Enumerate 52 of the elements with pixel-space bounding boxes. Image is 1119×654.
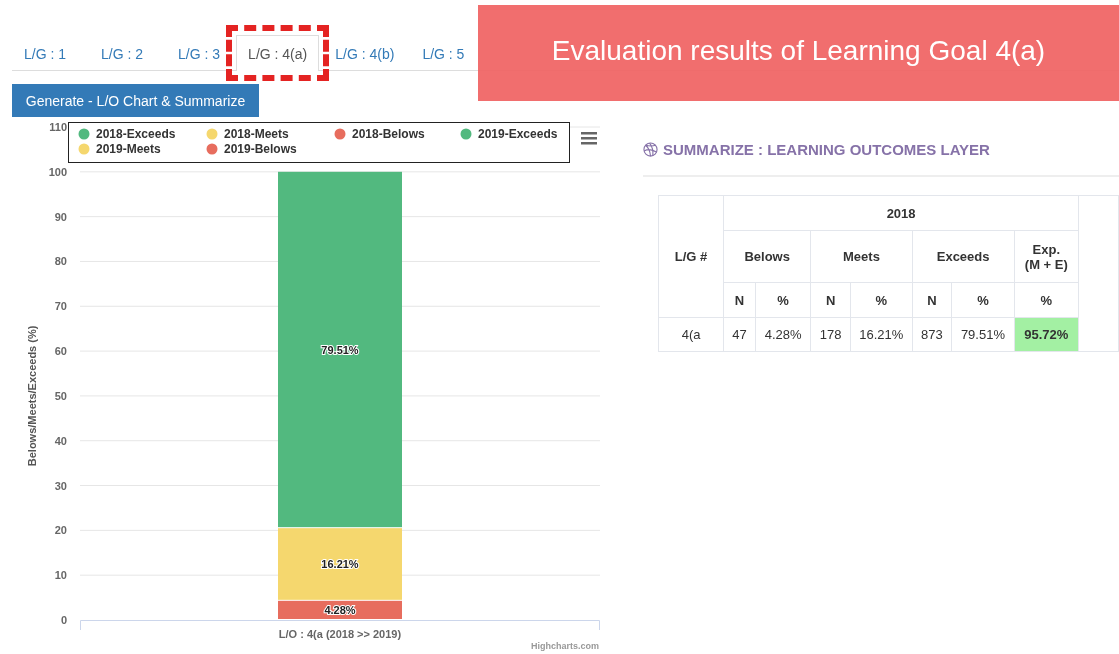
y-axis-label: 90 [54, 210, 67, 223]
y-axis-label: 10 [54, 569, 67, 582]
generate-button[interactable]: Generate - L/O Chart & Summarize [12, 84, 259, 117]
table-cell: 4.28% [755, 317, 811, 352]
y-axis-label: 110 [49, 121, 67, 133]
table-cell: 95.72% [1014, 317, 1079, 352]
tab[interactable]: L/G : 4(b) [323, 35, 407, 71]
y-axis-label: 40 [54, 434, 67, 447]
legend-item[interactable]: 2019-Exceeds [478, 127, 558, 141]
table-cell: 79.51% [951, 317, 1015, 352]
tab[interactable]: L/G : 1 [12, 35, 79, 71]
data-label: 16.21% [321, 558, 359, 571]
y-axis-label: 50 [54, 389, 67, 402]
y-axis-label: 100 [48, 165, 67, 178]
column-header: L/G # [658, 195, 724, 318]
y-axis-label: 70 [54, 300, 67, 313]
legend-item[interactable]: 2019-Meets [96, 142, 161, 156]
column-header: Meets [810, 230, 913, 283]
column-header: N [723, 282, 756, 318]
column-header: % [850, 282, 913, 318]
y-axis-label: 80 [54, 255, 67, 268]
legend-item[interactable]: 2018-Exceeds [96, 127, 176, 141]
menu-icon[interactable] [581, 132, 597, 145]
column-header: Exceeds [912, 230, 1015, 283]
data-label: 4.28% [324, 604, 356, 617]
tab[interactable]: L/G : 2 [89, 35, 156, 71]
column-header: 2018 [723, 195, 1079, 231]
section-title: SUMMARIZE : LEARNING OUTCOMES LAYER [663, 140, 990, 158]
tab[interactable]: L/G : 5 [410, 35, 477, 71]
x-axis-label: L/O : 4(a (2018 >> 2019) [278, 628, 402, 640]
y-axis-label: 0 [60, 614, 67, 626]
column-header: N [912, 282, 952, 318]
annotation-banner: Evaluation results of Learning Goal 4(a) [478, 5, 1119, 101]
y-axis-label: 60 [54, 345, 67, 358]
column-header: N [810, 282, 851, 318]
y-axis-label: 20 [54, 524, 67, 537]
column-header: % [951, 282, 1015, 318]
table-cell: 873 [912, 317, 952, 352]
legend-item[interactable]: 2019-Belows [224, 142, 297, 156]
data-label: 79.51% [321, 344, 359, 356]
y-axis-label: 30 [54, 479, 67, 492]
basketball-icon [643, 141, 658, 157]
table-cell: 178 [810, 317, 851, 352]
y-axis-title: Belows/Meets/Exceeds (%) [26, 325, 38, 467]
column-header: % [755, 282, 811, 318]
legend-item[interactable]: 2018-Belows [352, 127, 425, 141]
column-header: Belows [723, 230, 811, 283]
tab[interactable]: L/G : 3 [166, 35, 233, 71]
table-cell: 47 [723, 317, 756, 352]
table-cell: 16.21% [850, 317, 913, 352]
legend-item[interactable]: 2018-Meets [224, 127, 289, 141]
table-cell: 4(a [658, 317, 724, 352]
